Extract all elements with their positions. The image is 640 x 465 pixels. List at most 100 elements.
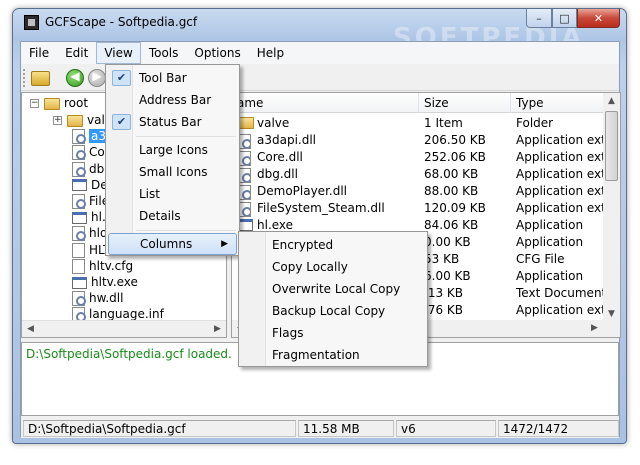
list-row[interactable]: dbg.dll 68.00 KB Application ext...: [232, 166, 605, 183]
menu-tools[interactable]: Tools: [141, 42, 187, 64]
cell-size: 88.00 KB: [424, 184, 479, 198]
menu-options[interactable]: Options: [186, 42, 248, 64]
menu-item-label: Status Bar: [139, 115, 202, 129]
menu-separator: [136, 136, 236, 137]
cell-type: Application ext...: [516, 201, 605, 215]
list-row[interactable]: FileSystem_Steam.dll 120.09 KB Application…: [232, 200, 605, 217]
menu-item-label: Details: [139, 209, 181, 223]
menu-item-label: Address Bar: [139, 93, 212, 107]
status-size: 11.58 MB: [298, 420, 394, 437]
list-row[interactable]: Core.dll 252.06 KB Application ext...: [232, 149, 605, 166]
column-option-encrypted[interactable]: Encrypted: [241, 234, 425, 256]
menu-item-label: Tool Bar: [139, 71, 187, 85]
folder-icon: [67, 114, 83, 127]
list-row[interactable]: DemoPlayer.dll 88.00 KB Application ext...: [232, 183, 605, 200]
cell-size: 0.00 KB: [424, 235, 471, 249]
close-button[interactable]: ✕: [577, 9, 620, 28]
cell-size: 120.09 KB: [424, 201, 486, 215]
cell-type: Text Document: [516, 286, 605, 300]
view-menu-columns[interactable]: Columns ▶: [108, 233, 237, 255]
cell-size: .13 KB: [424, 286, 463, 300]
tree-item[interactable]: hw.dll: [72, 290, 123, 307]
menu-bar: File Edit View Tools Options Help: [21, 42, 619, 64]
exe-file-icon: [72, 179, 87, 192]
scroll-right-button[interactable]: ▶: [209, 321, 226, 337]
cell-type: Application: [516, 218, 584, 232]
menu-file[interactable]: File: [21, 42, 57, 64]
view-menu-status-bar[interactable]: Status Bar ✔: [108, 111, 237, 133]
cell-type: Application ext...: [516, 133, 605, 147]
cell-type: Application ext...: [516, 184, 605, 198]
tree-item-label: root: [64, 96, 89, 110]
view-menu-list[interactable]: List: [108, 183, 237, 205]
forward-icon[interactable]: ▶: [88, 69, 106, 87]
status-bar: D:\Softpedia\Softpedia.gcf 11.58 MB v6 1…: [21, 418, 619, 438]
tree-item-label: hltv.exe: [91, 275, 138, 289]
toolbar-grip[interactable]: [23, 69, 26, 87]
document-icon: [72, 258, 85, 274]
cell-name: Core.dll: [257, 150, 303, 164]
scroll-left-button[interactable]: ◀: [22, 321, 39, 337]
column-header-type[interactable]: Type: [511, 93, 605, 113]
column-option-backup-local-copy[interactable]: Backup Local Copy: [241, 300, 425, 322]
view-menu-small-icons[interactable]: Small Icons: [108, 161, 237, 183]
expand-icon[interactable]: +: [53, 116, 62, 125]
cell-type: Application: [516, 269, 584, 283]
collapse-icon[interactable]: −: [30, 99, 39, 108]
title-bar[interactable]: GCFScape - Softpedia.gcf SOFTPEDIA – □ ✕: [13, 9, 626, 53]
menu-view[interactable]: View: [96, 42, 141, 64]
column-option-fragmentation[interactable]: Fragmentation: [241, 344, 425, 366]
column-option-copy-locally[interactable]: Copy Locally: [241, 256, 425, 278]
checkmark-icon: ✔: [112, 70, 131, 86]
list-header: ame Size Type: [232, 93, 605, 113]
status-version: v6: [396, 420, 496, 437]
scroll-up-button[interactable]: ▲: [603, 93, 620, 109]
view-menu-address-bar[interactable]: Address Bar: [108, 89, 237, 111]
list-row[interactable]: a3dapi.dll 206.50 KB Application ext...: [232, 132, 605, 149]
tree-item[interactable]: hltv.cfg: [72, 258, 133, 275]
cell-size: 68.00 KB: [424, 167, 479, 181]
menu-item-label: List: [139, 187, 160, 201]
cell-type: Application ext...: [516, 150, 605, 164]
tree-item[interactable]: hltv.exe: [72, 274, 138, 291]
dll-file-icon: [72, 291, 86, 307]
minimize-button[interactable]: –: [526, 9, 552, 28]
list-row[interactable]: valve 1 Item Folder: [232, 115, 605, 132]
status-path: D:\Softpedia\Softpedia.gcf: [23, 420, 296, 437]
column-header-name[interactable]: ame: [232, 93, 419, 113]
column-option-flags[interactable]: Flags: [241, 322, 425, 344]
cell-name: DemoPlayer.dll: [257, 184, 347, 198]
cell-type: Application ext...: [516, 167, 605, 181]
view-menu-large-icons[interactable]: Large Icons: [108, 139, 237, 161]
column-option-overwrite-local-copy[interactable]: Overwrite Local Copy: [241, 278, 425, 300]
cell-size: 53 KB: [424, 252, 460, 266]
column-header-size[interactable]: Size: [419, 93, 511, 113]
caption-buttons: – □ ✕: [526, 9, 620, 28]
tree-horizontal-scrollbar[interactable]: ◀ ▶: [22, 320, 226, 337]
menu-edit[interactable]: Edit: [57, 42, 96, 64]
dll-file-icon: [72, 194, 86, 209]
menu-help[interactable]: Help: [249, 42, 292, 64]
cell-size: 206.50 KB: [424, 133, 486, 147]
exe-file-icon: [72, 276, 87, 289]
scroll-thumb[interactable]: [605, 111, 618, 181]
cell-name: a3dapi.dll: [257, 133, 317, 147]
back-icon[interactable]: ◀: [66, 69, 84, 87]
maximize-button[interactable]: □: [552, 9, 577, 28]
view-menu-details[interactable]: Details: [108, 205, 237, 227]
cell-size: 84.06 KB: [424, 218, 479, 232]
cell-size: 252.06 KB: [424, 150, 486, 164]
app-icon[interactable]: [24, 15, 39, 30]
checkmark-icon: ✔: [112, 114, 131, 130]
dll-file-icon: [72, 161, 86, 177]
view-menu-tool-bar[interactable]: Tool Bar ✔: [108, 67, 237, 89]
exe-file-icon: [238, 219, 253, 231]
dll-file-icon: [72, 226, 86, 242]
cell-type: Application ext...: [516, 303, 605, 317]
list-vertical-scrollbar[interactable]: ▲ ▼: [603, 93, 620, 322]
tree-item-label: hw.dll: [89, 291, 124, 306]
tree-item-root[interactable]: − root: [30, 95, 88, 112]
cell-name: dbg.dll: [257, 167, 298, 181]
open-folder-icon[interactable]: [31, 71, 50, 86]
scroll-right-button[interactable]: ▶: [586, 320, 603, 336]
